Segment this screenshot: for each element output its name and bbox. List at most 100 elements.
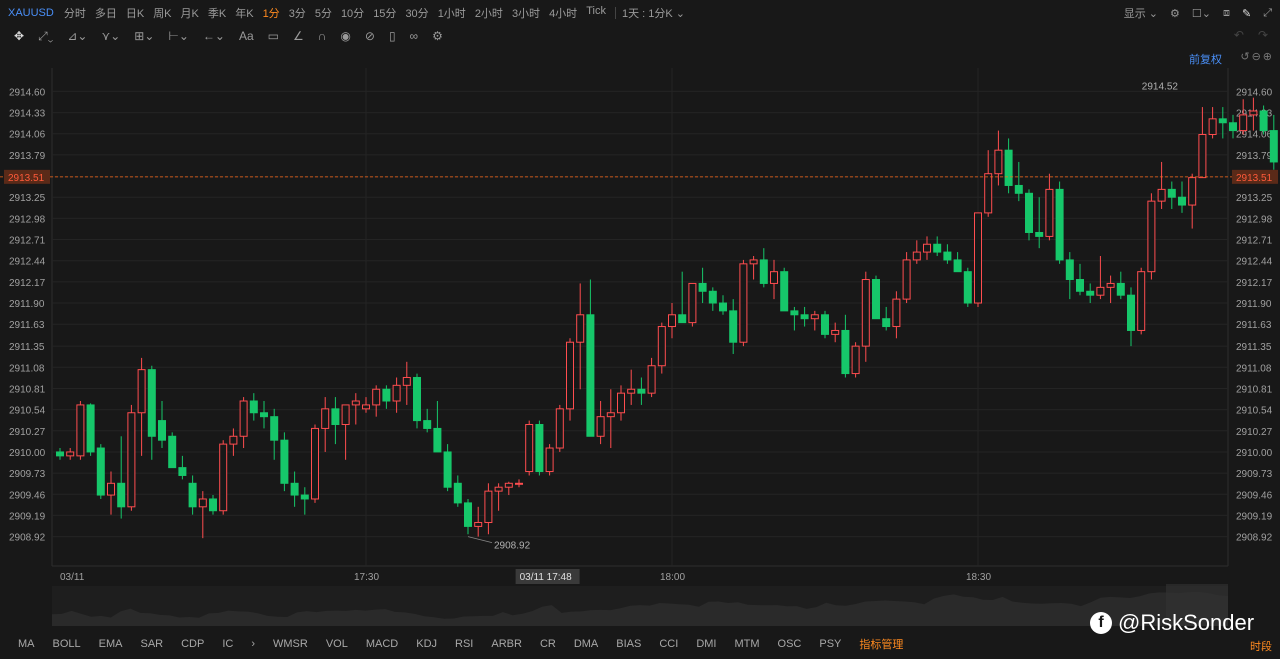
fullscreen-icon[interactable]: ⤢ xyxy=(1263,7,1272,20)
timeframe-7[interactable]: 1分 xyxy=(263,5,280,21)
candle-body xyxy=(1218,118,1227,124)
timeframe-16[interactable]: 4小时 xyxy=(549,5,577,21)
y-tick-label-left: 2910.54 xyxy=(9,406,46,417)
candle-body xyxy=(96,447,105,496)
current-price-label-left: 2913.51 xyxy=(8,173,45,184)
session-button[interactable]: 时段 xyxy=(1250,638,1272,654)
current-price-label-right: 2913.51 xyxy=(1236,173,1273,184)
candle-body xyxy=(892,298,901,328)
fib-tool-icon[interactable]: ⊞⌄ xyxy=(134,29,154,43)
camera-icon[interactable]: ⧈ xyxy=(1223,7,1230,20)
indicator-vol[interactable]: VOL xyxy=(326,638,348,650)
candle-body xyxy=(882,318,891,328)
redo-icon[interactable]: ↷ xyxy=(1258,28,1268,42)
indicator-osc[interactable]: OSC xyxy=(778,638,802,650)
y-tick-label-right: 2909.46 xyxy=(1236,490,1273,501)
timeframe-4[interactable]: 月K xyxy=(181,5,199,21)
gear-icon[interactable]: ⚙ xyxy=(1170,7,1180,20)
indicator-cdp[interactable]: CDP xyxy=(181,638,204,650)
timeframe-8[interactable]: 3分 xyxy=(289,5,306,21)
indicator-bias[interactable]: BIAS xyxy=(616,638,641,650)
timeframe-11[interactable]: 15分 xyxy=(373,5,396,21)
link-icon[interactable]: ∞ xyxy=(410,29,419,43)
timeframe-0[interactable]: 分时 xyxy=(64,5,86,21)
eye-icon[interactable]: ◉ xyxy=(340,29,350,43)
timeframe-10[interactable]: 10分 xyxy=(341,5,364,21)
timeframe-17[interactable]: Tick xyxy=(586,5,606,21)
pen-icon[interactable]: ✎ xyxy=(1242,7,1251,20)
zoom-out-icon[interactable]: ⊖ xyxy=(1252,50,1261,63)
brush-icon[interactable]: ∠ xyxy=(293,29,304,43)
candle-body xyxy=(678,314,687,324)
indicator-wmsr[interactable]: WMSR xyxy=(273,638,308,650)
timeframe-2[interactable]: 日K xyxy=(126,5,144,21)
indicator-ema[interactable]: EMA xyxy=(99,638,123,650)
candle-body xyxy=(1127,294,1135,331)
candle-body xyxy=(443,451,452,488)
indicator-cr[interactable]: CR xyxy=(540,638,556,650)
indicator-kdj[interactable]: KDJ xyxy=(416,638,437,650)
range-tool-icon[interactable]: ⊢⌄ xyxy=(168,29,189,43)
indicator-manager-button[interactable]: 指标管理 xyxy=(859,636,903,652)
hide-icon[interactable]: ⊘ xyxy=(365,29,375,43)
timeframe-5[interactable]: 季K xyxy=(208,5,226,21)
timeframe-12[interactable]: 30分 xyxy=(405,5,428,21)
channel-tool-icon[interactable]: ⊿⌄ xyxy=(67,29,87,43)
candle-body xyxy=(800,314,809,320)
indicator-ma[interactable]: MA xyxy=(18,638,35,650)
indicator-sar[interactable]: SAR xyxy=(140,638,163,650)
timeframe-13[interactable]: 1小时 xyxy=(438,5,466,21)
timeframe-1[interactable]: 多日 xyxy=(95,5,117,21)
timeframe-9[interactable]: 5分 xyxy=(315,5,332,21)
indicator-psy[interactable]: PSY xyxy=(819,638,841,650)
arrow-tool-icon[interactable]: ←⌄ xyxy=(203,29,225,43)
display-button[interactable]: 显示 ⌄ xyxy=(1124,5,1158,21)
candle-body xyxy=(566,341,574,410)
timeframe-6[interactable]: 年K xyxy=(235,5,253,21)
indicator-rsi[interactable]: RSI xyxy=(455,638,473,650)
candle-body xyxy=(545,447,554,473)
candle-body xyxy=(127,412,136,508)
adjust-button[interactable]: 前复权 xyxy=(1189,51,1222,67)
chevron-right-icon[interactable]: › xyxy=(251,638,255,650)
line-tool-icon[interactable]: ⤢⌄ xyxy=(38,29,53,44)
indicator-mtm[interactable]: MTM xyxy=(734,638,759,650)
indicator-macd[interactable]: MACD xyxy=(366,638,398,650)
indicator-arbr[interactable]: ARBR xyxy=(491,638,522,650)
indicator-dmi[interactable]: DMI xyxy=(696,638,716,650)
indicator-cci[interactable]: CCI xyxy=(659,638,678,650)
candle-body xyxy=(525,424,534,473)
candle-body xyxy=(912,251,921,261)
y-tick-label-left: 2912.17 xyxy=(9,278,46,289)
timeframe-15[interactable]: 3小时 xyxy=(512,5,540,21)
y-tick-label-right: 2911.08 xyxy=(1236,363,1272,374)
period-select[interactable]: 1天 : 1分K ⌄ xyxy=(622,5,685,21)
indicator-dma[interactable]: DMA xyxy=(574,638,598,650)
candle-body xyxy=(158,420,166,441)
drawing-toolbar: ✥ ⤢⌄ ⊿⌄ ⋎⌄ ⊞⌄ ⊢⌄ ←⌄ Aa ▭ ∠ ∩ ◉ ⊘ ▯ ∞ ⚙ xyxy=(14,26,443,46)
settings-icon[interactable]: ⚙ xyxy=(432,29,443,43)
y-tick-label-left: 2912.71 xyxy=(9,236,46,247)
candle-body xyxy=(341,404,350,426)
candle-body xyxy=(872,279,880,320)
symbol-label[interactable]: XAUUSD xyxy=(8,7,54,19)
candle-body xyxy=(1249,110,1258,116)
undo-icon[interactable]: ↶ xyxy=(1234,28,1244,42)
indicator-ic[interactable]: IC xyxy=(222,638,233,650)
timeframe-14[interactable]: 2小时 xyxy=(475,5,503,21)
candle-body xyxy=(923,243,931,253)
indicator-boll[interactable]: BOLL xyxy=(53,638,81,650)
zoom-in-icon[interactable]: ⊕ xyxy=(1263,50,1272,63)
candle-body xyxy=(1208,118,1217,136)
trash-icon[interactable]: ▯ xyxy=(389,29,396,43)
candlestick-chart[interactable]: 2914.602914.602914.332914.332914.062914.… xyxy=(0,68,1280,628)
timeframe-3[interactable]: 周K xyxy=(153,5,171,21)
layout-icon[interactable]: ☐⌄ xyxy=(1192,7,1211,20)
text-tool-icon[interactable]: Aa xyxy=(239,29,254,43)
wave-tool-icon[interactable]: ⋎⌄ xyxy=(101,29,120,43)
candle-body xyxy=(402,376,411,386)
reset-icon[interactable]: ↺ xyxy=(1240,50,1249,63)
crosshair-icon[interactable]: ✥ xyxy=(14,29,24,43)
note-icon[interactable]: ▭ xyxy=(268,29,279,43)
magnet-icon[interactable]: ∩ xyxy=(318,29,327,43)
